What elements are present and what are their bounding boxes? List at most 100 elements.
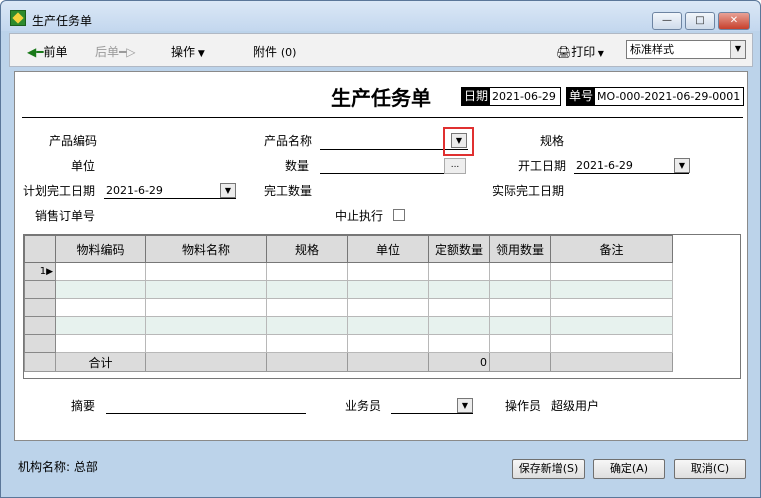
quantity-input[interactable] xyxy=(320,158,452,174)
finished-qty-label: 完工数量 xyxy=(264,184,313,198)
row-number[interactable] xyxy=(24,298,56,317)
table-cell[interactable] xyxy=(550,262,673,281)
minimize-button[interactable]: — xyxy=(652,12,682,30)
row-number[interactable] xyxy=(24,334,56,353)
operator-label: 操作员 xyxy=(505,399,542,413)
summary-input[interactable] xyxy=(106,398,306,414)
table-cell[interactable] xyxy=(145,298,267,317)
table-cell[interactable] xyxy=(266,316,348,335)
arrow-left-icon: ◀━ xyxy=(27,45,44,59)
row-header-corner xyxy=(24,235,56,263)
table-cell xyxy=(145,352,267,372)
table-cell[interactable] xyxy=(55,316,146,335)
table-cell[interactable] xyxy=(428,298,490,317)
start-date-dropdown[interactable]: ▼ xyxy=(674,158,690,173)
table-cell[interactable] xyxy=(55,298,146,317)
table-cell[interactable] xyxy=(550,280,673,299)
prev-button[interactable]: ◀━前单 xyxy=(27,43,67,60)
column-header[interactable]: 单位 xyxy=(347,235,429,263)
next-button[interactable]: 后单━▷ xyxy=(95,43,135,60)
table-cell[interactable] xyxy=(347,280,429,299)
table-cell[interactable] xyxy=(347,262,429,281)
table-cell xyxy=(489,352,551,372)
summary-label: 摘要 xyxy=(71,399,96,413)
column-header[interactable]: 备注 xyxy=(550,235,673,263)
row-number[interactable] xyxy=(24,280,56,299)
chevron-down-icon: ▼ xyxy=(678,161,686,170)
column-header[interactable]: 领用数量 xyxy=(489,235,551,263)
caret-down-icon: ▼ xyxy=(195,49,205,59)
window: 生产任务单 — □ ✕ ◀━前单 后单━▷ 操作 ▼ 附件 (0) 🖨打印 ▼ … xyxy=(0,0,761,498)
table-cell[interactable] xyxy=(489,298,551,317)
row-number[interactable]: 1▶ xyxy=(24,262,56,281)
chevron-down-icon[interactable]: ▼ xyxy=(730,41,745,58)
save-new-button[interactable]: 保存新增(S) xyxy=(512,459,585,479)
stop-exec-checkbox[interactable] xyxy=(393,209,405,221)
material-table: 物料编码 物料名称 规格 单位 定额数量 领用数量 备注 1▶ 合计 0 xyxy=(24,235,673,372)
product-code-label: 产品编码 xyxy=(49,134,98,148)
form-title: 生产任务单 xyxy=(331,86,431,110)
table-cell[interactable] xyxy=(55,334,146,353)
table-cell[interactable] xyxy=(145,316,267,335)
date-field[interactable]: 2021-06-29 xyxy=(489,87,561,106)
table-cell[interactable] xyxy=(428,316,490,335)
table-cell[interactable] xyxy=(550,334,673,353)
table-cell[interactable] xyxy=(489,334,551,353)
caret-down-icon: ▼ xyxy=(595,49,604,58)
salesman-label: 业务员 xyxy=(345,399,382,413)
salesman-dropdown[interactable]: ▼ xyxy=(457,398,473,413)
table-cell[interactable] xyxy=(145,334,267,353)
table-row[interactable] xyxy=(24,298,673,317)
table-cell[interactable] xyxy=(145,262,267,281)
toolbar: ◀━前单 后单━▷ 操作 ▼ 附件 (0) 🖨打印 ▼ 标准样式 ▼ xyxy=(9,33,753,67)
close-button[interactable]: ✕ xyxy=(718,12,750,30)
column-header[interactable]: 物料名称 xyxy=(145,235,267,263)
print-button[interactable]: 🖨打印 ▼ xyxy=(556,43,604,60)
plan-finish-label: 计划完工日期 xyxy=(23,184,96,198)
no-label: 单号 xyxy=(566,87,597,106)
table-cell[interactable] xyxy=(266,298,348,317)
column-header[interactable]: 物料编码 xyxy=(55,235,146,263)
table-cell[interactable] xyxy=(266,280,348,299)
table-cell[interactable] xyxy=(489,316,551,335)
material-grid: 物料编码 物料名称 规格 单位 定额数量 领用数量 备注 1▶ 合计 0 xyxy=(23,234,741,379)
plan-finish-dropdown[interactable]: ▼ xyxy=(220,183,236,198)
print-style-select[interactable]: 标准样式 ▼ xyxy=(626,40,746,59)
table-row[interactable] xyxy=(24,334,673,353)
table-row[interactable] xyxy=(24,316,673,335)
table-cell[interactable] xyxy=(428,280,490,299)
chevron-down-icon: ▼ xyxy=(461,401,469,410)
plan-finish-input[interactable]: 2021-6-29 xyxy=(104,183,236,199)
window-title: 生产任务单 xyxy=(32,14,93,28)
quantity-ellipsis-button[interactable]: ... xyxy=(444,158,466,174)
table-cell[interactable] xyxy=(266,262,348,281)
attach-button[interactable]: 附件 (0) xyxy=(253,43,296,60)
table-cell[interactable] xyxy=(489,262,551,281)
ok-button[interactable]: 确定(A) xyxy=(593,459,665,479)
table-cell[interactable] xyxy=(266,334,348,353)
table-cell[interactable] xyxy=(550,316,673,335)
column-header[interactable]: 规格 xyxy=(266,235,348,263)
table-cell[interactable] xyxy=(55,262,146,281)
cancel-button[interactable]: 取消(C) xyxy=(674,459,746,479)
table-cell[interactable] xyxy=(347,298,429,317)
table-cell[interactable] xyxy=(550,298,673,317)
quantity-label: 数量 xyxy=(285,159,310,173)
no-field[interactable]: MO-000-2021-06-29-0001 xyxy=(594,87,744,106)
start-date-input[interactable]: 2021-6-29 xyxy=(574,158,689,174)
table-cell[interactable] xyxy=(428,334,490,353)
column-header[interactable]: 定额数量 xyxy=(428,235,490,263)
table-cell[interactable] xyxy=(489,280,551,299)
maximize-button[interactable]: □ xyxy=(685,12,715,30)
row-number xyxy=(24,352,56,372)
table-row[interactable] xyxy=(24,280,673,299)
operator-value: 超级用户 xyxy=(551,399,600,413)
table-cell[interactable] xyxy=(55,280,146,299)
table-cell[interactable] xyxy=(347,334,429,353)
table-cell[interactable] xyxy=(428,262,490,281)
operate-menu[interactable]: 操作 ▼ xyxy=(171,43,205,60)
table-row[interactable]: 1▶ xyxy=(24,262,673,281)
table-cell[interactable] xyxy=(347,316,429,335)
table-cell[interactable] xyxy=(145,280,267,299)
row-number[interactable] xyxy=(24,316,56,335)
